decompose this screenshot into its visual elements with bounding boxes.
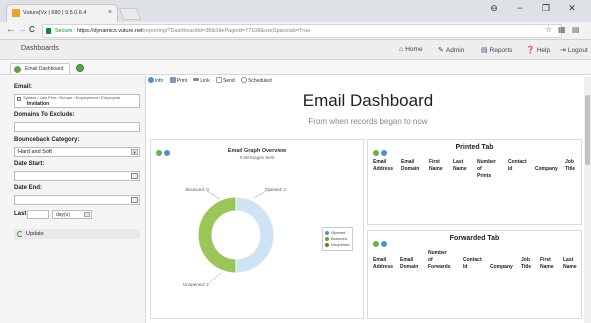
bounceback-select[interactable]: Hard and Soft ▼ [14, 147, 140, 157]
domains-label: Domains To Exclude: [14, 112, 75, 118]
maximize-icon[interactable]: ❐ [533, 3, 559, 14]
forwarded-panel-title: Forwarded Tab [449, 235, 500, 242]
info-icon [148, 77, 154, 83]
opened-swatch [325, 231, 329, 235]
checkbox-icon[interactable] [17, 97, 21, 101]
bounced-leader-line [206, 190, 221, 200]
dashboard-toolbar: Info Print Link Send Scheduled [148, 77, 277, 87]
print-button[interactable]: Print [169, 77, 187, 84]
menu-icon[interactable]: ▤ [572, 25, 580, 34]
link-button[interactable]: Link [193, 78, 210, 84]
bounceback-value: Hard and Soft [18, 149, 52, 155]
clock-icon [241, 77, 248, 83]
secure-label: Secure [55, 28, 73, 34]
bounced-data-label: Bounced: 0 [186, 187, 209, 192]
forward-icon[interactable]: → [17, 24, 27, 35]
calendar-icon[interactable] [131, 197, 138, 203]
page-title: Email Dashboard [302, 91, 434, 110]
last-label: Last [14, 211, 27, 217]
logout-icon: ⇥ [560, 47, 566, 54]
refresh-icon [17, 231, 23, 237]
admin-icon: ✎ [438, 47, 444, 54]
reload-icon[interactable]: C [29, 25, 35, 34]
bounced-swatch [325, 237, 329, 241]
url-input[interactable]: Secure | https://dynamics.vuture.net/rep… [42, 24, 562, 38]
lock-icon [46, 28, 51, 34]
send-icon [215, 77, 222, 83]
extension-icon[interactable]: ▦ [558, 25, 566, 34]
bounceback-label: Bounceback Category: [14, 137, 80, 143]
nav-reports[interactable]: ▤ Reports [481, 46, 512, 54]
info-button[interactable]: Info [148, 77, 163, 84]
graph-panel: Email Graph Overview 6 Messages Sent Bou… [150, 139, 364, 319]
legend-item-unopened[interactable]: Unopened [325, 242, 350, 248]
date-start-label: Date Start: [14, 161, 45, 167]
account-icon[interactable]: ⊖ [481, 3, 507, 14]
browser-tab[interactable]: Vuture|Vx | 680 | 9.5.0.6.4 × [6, 4, 118, 22]
page-scrollbar[interactable] [584, 77, 591, 323]
scheduled-button[interactable]: Scheduled [241, 77, 272, 84]
printed-panel-title: Printed Tab [455, 144, 494, 151]
add-dashboard-icon[interactable] [76, 64, 84, 72]
email-label: Email: [14, 84, 33, 90]
app-title: Dashboards [21, 45, 59, 52]
page-subtitle: From when records began to now [308, 117, 428, 126]
tab-email-dashboard[interactable]: Email Dashboard [10, 63, 71, 74]
send-button[interactable]: Send [215, 77, 235, 84]
scrollbar-thumb[interactable] [585, 95, 590, 165]
last-unit-select[interactable]: day(s) [52, 210, 92, 219]
last-count-input[interactable] [27, 210, 49, 219]
back-icon[interactable]: ← [6, 24, 16, 35]
minimize-icon[interactable]: − [507, 3, 533, 13]
dashboard-tab-strip: Email Dashboard [0, 61, 591, 75]
calendar-icon[interactable] [131, 173, 138, 179]
unopened-swatch [325, 243, 329, 247]
dashboard-icon [14, 66, 21, 73]
email-select[interactable]: System / Law Firm / Europe / Employment … [14, 94, 140, 108]
url-host: https://dynamics.vuture.net [76, 28, 143, 34]
star-icon[interactable]: ☆ [545, 25, 552, 34]
chevron-down-icon: ▼ [131, 149, 138, 155]
app-header: Dashboards ⌂ Home ✎ Admin ▤ Reports ❓ Help ⇥… [0, 40, 591, 60]
link-icon [193, 78, 200, 81]
printed-panel: Printed Tab Email Address Email Domain Fir… [367, 139, 582, 225]
browser-tab-title: Vuture|Vx | 680 | 9.5.0.6.4 [23, 10, 87, 16]
domains-input[interactable] [14, 122, 140, 132]
forwarded-panel: Forwarded Tab Email Address Email Domain N… [367, 230, 582, 319]
email-select-value: Invitation [27, 101, 50, 107]
date-start-input[interactable] [14, 171, 140, 181]
update-button[interactable]: Update [14, 229, 140, 239]
date-end-input[interactable] [14, 195, 140, 205]
unopened-leader-line [208, 272, 222, 284]
filter-sidebar: Email: System / Law Firm / Europe / Empl… [0, 76, 146, 323]
donut-slices [197, 196, 275, 274]
url-path: /reporting/?DashboardId=38&SitePageId=77… [142, 28, 311, 34]
help-icon: ❓ [526, 47, 535, 54]
home-icon: ⌂ [399, 46, 404, 53]
browser-tab-bar: Vuture|Vx | 680 | 9.5.0.6.4 × ⊖ − ❐ ✕ [0, 0, 591, 22]
email-select-path: System / Law Firm / Europe / Employment … [23, 95, 121, 100]
close-window-icon[interactable]: ✕ [559, 3, 585, 14]
unopened-data-label: Unopened: 2 [183, 282, 209, 287]
new-tab-button[interactable] [118, 8, 142, 20]
opened-leader-line [253, 190, 267, 199]
donut-hole [212, 211, 260, 259]
date-end-label: Date End: [14, 185, 43, 191]
last-unit-value: day(s) [56, 212, 70, 218]
nav-home[interactable]: ⌂ Home [399, 46, 423, 53]
close-tab-icon[interactable]: × [108, 5, 112, 21]
nav-help[interactable]: ❓ Help [526, 46, 550, 54]
favicon-icon [12, 9, 20, 17]
chart-legend: Opened Bounced Unopened [322, 227, 353, 251]
chevron-down-icon [84, 212, 90, 217]
reports-icon: ▤ [481, 47, 488, 54]
window-controls: ⊖ − ❐ ✕ [481, 3, 585, 14]
print-icon [169, 77, 176, 83]
address-bar: ← → C Secure | https://dynamics.vuture.n… [0, 22, 591, 40]
nav-admin[interactable]: ✎ Admin [438, 46, 464, 54]
nav-logout[interactable]: ⇥ Logout [560, 46, 588, 54]
opened-data-label: Opened: 2 [265, 187, 287, 192]
